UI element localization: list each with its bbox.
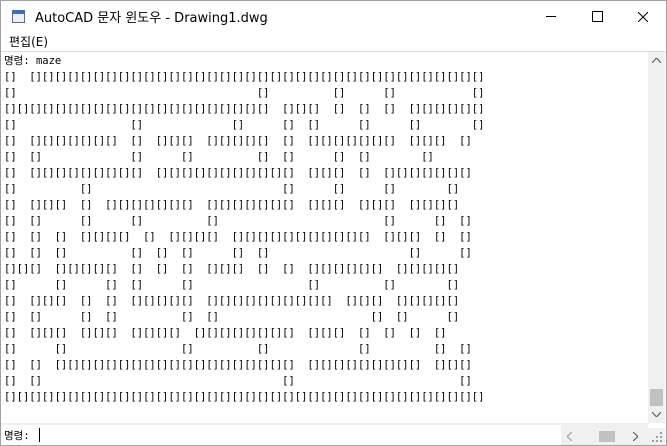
menu-bar: 편집(E)	[1, 32, 666, 52]
command-history[interactable]: 명령: maze [] [][][][][][][][][][][][][][]…	[1, 52, 648, 423]
command-input[interactable]	[37, 426, 537, 442]
minimize-button[interactable]	[528, 1, 574, 32]
scroll-right-button[interactable]	[627, 428, 644, 445]
maximize-button[interactable]	[574, 1, 620, 32]
command-line: 명령:	[1, 425, 561, 445]
autocad-text-window: AutoCAD 문자 윈도우 - Drawing1.dwg 편집(E) 명령: …	[0, 0, 667, 446]
scroll-left-button[interactable]	[561, 428, 578, 445]
vertical-scrollbar[interactable]	[648, 52, 665, 423]
text-caret	[39, 428, 40, 442]
chevron-left-icon	[567, 432, 572, 441]
chevron-right-icon	[633, 432, 638, 441]
resize-grip-icon[interactable]	[649, 429, 664, 444]
horizontal-scrollbar[interactable]	[561, 428, 665, 445]
autocad-app-icon[interactable]	[11, 9, 27, 25]
close-icon	[638, 11, 648, 22]
scroll-down-button[interactable]	[648, 406, 665, 423]
scroll-up-button[interactable]	[648, 52, 665, 69]
maximize-icon	[591, 11, 603, 22]
window-title: AutoCAD 문자 윈도우 - Drawing1.dwg	[35, 11, 268, 26]
close-button[interactable]	[620, 1, 666, 32]
title-bar[interactable]: AutoCAD 문자 윈도우 - Drawing1.dwg	[1, 1, 666, 32]
chevron-up-icon	[652, 58, 661, 63]
minimize-icon	[546, 16, 556, 17]
command-prompt: 명령:	[4, 430, 30, 442]
vertical-scroll-thumb[interactable]	[650, 389, 663, 406]
command-history-text: 명령: maze [] [][][][][][][][][][][][][][]…	[4, 55, 485, 403]
chevron-down-icon	[652, 412, 661, 417]
menu-edit[interactable]: 편집(E)	[9, 33, 48, 50]
horizontal-scroll-thumb[interactable]	[599, 431, 615, 442]
